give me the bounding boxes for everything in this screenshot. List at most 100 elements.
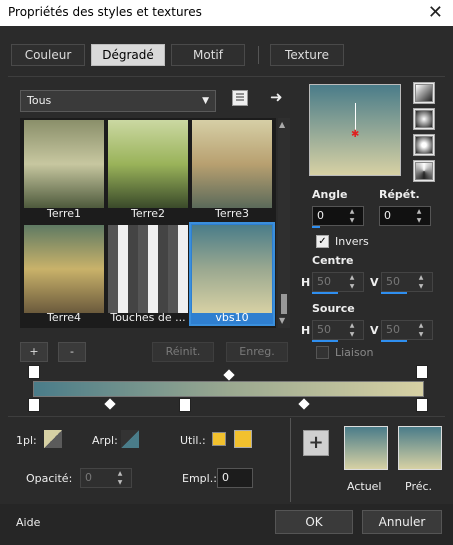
spinner-arrows-icon[interactable]: ▲ ▼ (410, 321, 432, 339)
aide-link[interactable]: Aide (16, 516, 40, 529)
gradient-thumb-vbs10[interactable] (192, 225, 272, 313)
source-v-slider[interactable] (381, 340, 407, 342)
angle-value: 0 (317, 209, 324, 222)
gradient-type-sunburst[interactable] (413, 160, 435, 182)
util-swatch-small[interactable] (212, 432, 226, 446)
spinner-arrows-icon[interactable]: ▲ ▼ (341, 207, 363, 225)
spinner-arrows-icon[interactable]: ▲ ▼ (109, 469, 131, 487)
invers-checkbox[interactable]: ✓ (316, 235, 329, 248)
pl-swatch[interactable] (44, 430, 62, 448)
gradient-thumb-terre2[interactable] (108, 120, 188, 208)
centre-h-slider[interactable] (312, 292, 338, 294)
document-menu-icon[interactable] (232, 90, 248, 106)
center-marker-icon[interactable]: ✱ (351, 129, 359, 140)
spinner-arrows-icon[interactable]: ▲ ▼ (341, 321, 363, 339)
chevron-down-icon: ▼ (202, 96, 209, 106)
actuel-preview[interactable] (344, 426, 388, 470)
scroll-up-icon[interactable]: ▲ (279, 120, 285, 129)
angle-input[interactable]: 0 ▲ ▼ (312, 206, 364, 226)
annuler-button[interactable]: Annuler (362, 510, 442, 534)
bottom-stop-left[interactable] (28, 398, 40, 412)
ok-button[interactable]: OK (275, 510, 353, 534)
prec-preview[interactable] (398, 426, 442, 470)
repet-value: 0 (384, 209, 391, 222)
arpl-swatch[interactable] (121, 430, 139, 448)
empl-input[interactable]: 0 (217, 468, 253, 488)
gradient-type-radial[interactable] (413, 134, 435, 156)
spinner-arrows-icon[interactable]: ▲ ▼ (341, 273, 363, 291)
centre-v-slider[interactable] (381, 292, 407, 294)
source-v-label: V (370, 324, 379, 337)
spinner-arrows-icon[interactable]: ▲ ▼ (408, 207, 430, 225)
empl-label: Empl.: (182, 472, 217, 485)
title-bar: Propriétés des styles et textures ✕ (0, 0, 453, 26)
source-h-input[interactable]: 50 ▲ ▼ (312, 320, 364, 340)
source-v-value: 50 (386, 323, 400, 336)
divider (8, 416, 445, 417)
top-midpoint-marker[interactable] (223, 369, 235, 381)
source-label: Source (312, 302, 355, 315)
top-stop-right[interactable] (416, 365, 428, 379)
gradient-label: Terre3 (215, 207, 249, 220)
gradient-type-rectangular[interactable] (413, 108, 435, 130)
tab-couleur[interactable]: Couleur (11, 44, 85, 66)
gradient-label: Terre4 (47, 311, 81, 324)
tab-degrade[interactable]: Dégradé (91, 44, 165, 66)
source-v-input[interactable]: 50 ▲ ▼ (381, 320, 433, 340)
gradient-thumb-touches[interactable] (108, 225, 188, 313)
gradient-thumb-terre3[interactable] (192, 120, 272, 208)
source-h-value: 50 (317, 323, 331, 336)
liaison-label: Liaison (335, 346, 374, 359)
arrow-right-icon[interactable]: ➜ (270, 88, 283, 106)
util-swatch-large[interactable] (234, 430, 252, 448)
angle-slider[interactable] (312, 226, 320, 228)
category-dropdown-value: Tous (27, 94, 52, 107)
add-preset-button[interactable]: + (303, 430, 329, 456)
scroll-thumb[interactable] (281, 294, 287, 314)
centre-h-label: H (301, 276, 311, 289)
util-label: Util.: (180, 434, 206, 447)
sunburst-gradient-icon (415, 162, 433, 180)
linear-gradient-icon (415, 84, 433, 102)
radial-gradient-icon (415, 136, 433, 154)
gradient-thumb-terre1[interactable] (24, 120, 104, 208)
window-title: Propriétés des styles et textures (8, 5, 202, 19)
prec-label: Préc. (405, 480, 433, 493)
angle-label: Angle (312, 188, 348, 201)
spinner-arrows-icon[interactable]: ▲ ▼ (410, 273, 432, 291)
category-dropdown[interactable]: Tous ▼ (20, 90, 216, 112)
bottom-stop-middle[interactable] (179, 398, 191, 412)
repet-input[interactable]: 0 ▲ ▼ (379, 206, 431, 226)
gradient-type-linear[interactable] (413, 82, 435, 104)
divider-vertical (290, 418, 291, 502)
gradient-thumb-terre4[interactable] (24, 225, 104, 313)
grid-scrollbar[interactable]: ▲ ▼ (278, 118, 290, 328)
liaison-checkbox[interactable] (316, 346, 329, 359)
repet-label: Répét. (379, 188, 420, 201)
tab-texture[interactable]: Texture (270, 44, 344, 66)
arpl-label: Arpl: (92, 434, 118, 447)
centre-h-input[interactable]: 50 ▲ ▼ (312, 272, 364, 292)
bottom-midpoint-marker[interactable] (104, 398, 116, 410)
divider (8, 76, 445, 77)
add-stop-button[interactable]: + (20, 342, 48, 362)
centre-v-input[interactable]: 50 ▲ ▼ (381, 272, 433, 292)
opacite-input[interactable]: 0 ▲ ▼ (80, 468, 132, 488)
gradient-preview[interactable]: ✱ (309, 84, 401, 176)
close-icon[interactable]: ✕ (428, 2, 443, 23)
bottom-midpoint-marker[interactable] (298, 398, 310, 410)
rectangular-gradient-icon (415, 110, 433, 128)
opacite-label: Opacité: (26, 472, 73, 485)
tab-motif[interactable]: Motif (171, 44, 245, 66)
top-stop-left[interactable] (28, 365, 40, 379)
gradient-label: Terre2 (131, 207, 165, 220)
reinit-button[interactable]: Réinit. (152, 342, 214, 362)
remove-stop-button[interactable]: - (58, 342, 86, 362)
enreg-button[interactable]: Enreg. (226, 342, 288, 362)
bottom-stop-right[interactable] (416, 398, 428, 412)
gradient-editor-bar[interactable] (33, 381, 424, 397)
gradient-label: Touches de ... (110, 311, 186, 324)
actuel-label: Actuel (347, 480, 382, 493)
scroll-down-icon[interactable]: ▼ (279, 316, 285, 325)
source-h-slider[interactable] (312, 340, 338, 342)
